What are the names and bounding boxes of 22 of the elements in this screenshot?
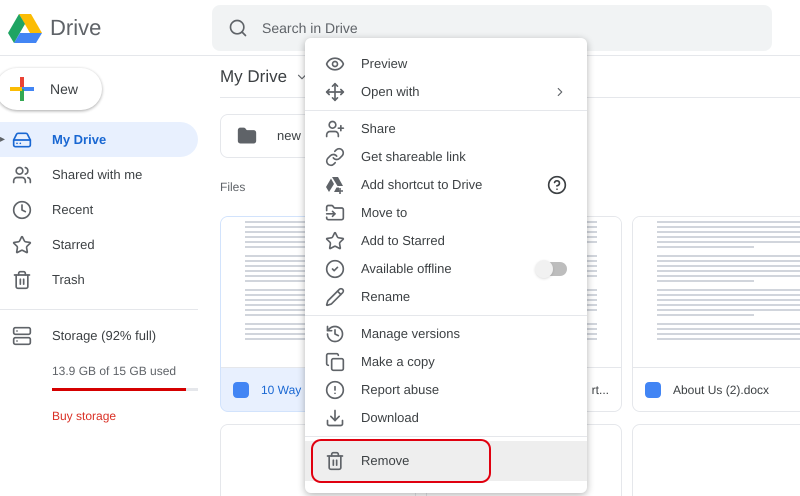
menu-label: Open with: [361, 83, 420, 102]
menu-label: Available offline: [361, 260, 452, 278]
menu-label: Share: [361, 120, 396, 138]
menu-label: Download: [361, 409, 419, 428]
menu-label: Add shortcut to Drive: [361, 176, 482, 194]
menu-label: Manage versions: [361, 325, 460, 344]
storage-label: Storage (92% full): [52, 327, 156, 346]
menu-label: Get shareable link: [361, 148, 466, 166]
storage-usage: 13.9 GB of 15 GB used: [52, 363, 178, 380]
menu-label: Remove: [361, 452, 410, 470]
file-name: 10 Way: [261, 382, 302, 398]
folder-name: new: [277, 127, 301, 146]
file-name: rt...: [592, 382, 609, 398]
app-name: Drive: [50, 14, 102, 42]
section-heading: Files: [220, 179, 246, 196]
menu-label: Move to: [361, 204, 408, 222]
menu-label: Make a copy: [361, 353, 435, 372]
menu-label: Rename: [361, 288, 410, 306]
menu-label: Report abuse: [361, 381, 440, 400]
file-name: About Us (2).docx: [673, 382, 770, 398]
menu-label: Preview: [361, 55, 408, 74]
menu-label: Add to Starred: [361, 232, 445, 250]
